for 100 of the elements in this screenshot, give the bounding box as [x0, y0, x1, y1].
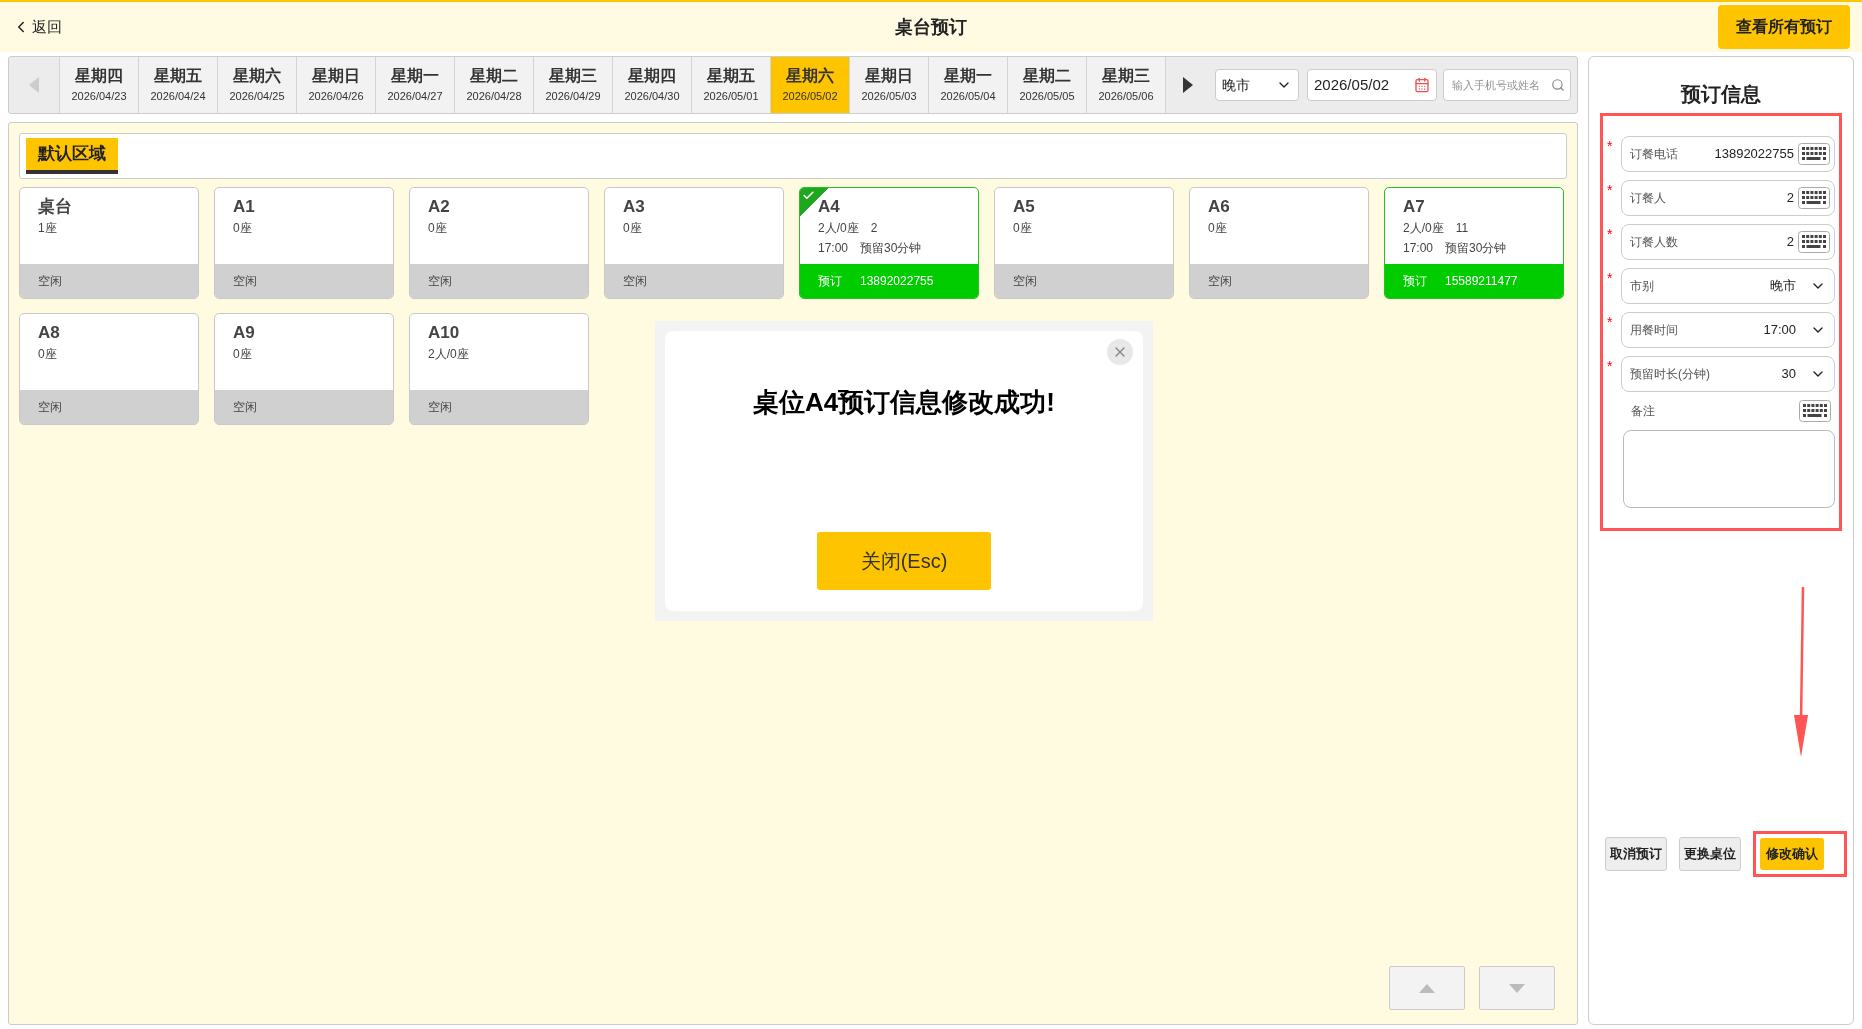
table-card[interactable]: A10 2人/0座 空闲	[409, 313, 589, 425]
table-card[interactable]: A7 2人/0座 11 17:00 预留30分钟 预订 15589211477	[1384, 187, 1564, 299]
table-name: A1	[233, 196, 256, 218]
panel-title: 预订信息	[1681, 82, 1761, 107]
keyboard-icon[interactable]	[1798, 231, 1830, 253]
status-text: 预订	[818, 273, 842, 290]
table-card[interactable]: A5 0座 空闲	[994, 187, 1174, 299]
select-field[interactable]: 用餐时间 17:00	[1621, 312, 1835, 348]
left-triangle-icon	[29, 77, 39, 93]
input-field[interactable]: 订餐电话 13892022755	[1621, 136, 1835, 172]
table-card[interactable]: A8 0座 空闲	[19, 313, 199, 425]
up-triangle-icon	[1419, 983, 1435, 993]
table-info: 0座	[1208, 220, 1228, 237]
area-tab[interactable]: 默认区域	[26, 138, 118, 174]
status-text: 预订	[1403, 273, 1427, 290]
date-tab[interactable]: 星期日 2026/04/26	[296, 57, 375, 113]
close-button[interactable]	[1107, 339, 1133, 365]
status-text: 空闲	[233, 273, 257, 290]
input-field[interactable]: 订餐人数 2	[1621, 224, 1835, 260]
table-card[interactable]: A4 2人/0座 2 17:00 预留30分钟 预订 13892022755	[799, 187, 979, 299]
status-text: 空闲	[1013, 273, 1037, 290]
date-tab[interactable]: 星期日 2026/05/03	[849, 57, 928, 113]
table-name: A10	[428, 322, 461, 344]
table-info: 0座	[1013, 220, 1033, 237]
table-card[interactable]: A9 0座 空闲	[214, 313, 394, 425]
date-tab[interactable]: 星期五 2026/04/24	[138, 57, 217, 113]
right-triangle-icon	[1182, 77, 1193, 93]
search-icon	[1551, 78, 1565, 92]
table-info: 2人/0座 11	[1403, 220, 1470, 237]
date-tab[interactable]: 星期二 2026/04/28	[454, 57, 533, 113]
table-info: 17:00 预留30分钟	[1403, 240, 1508, 257]
date-tab[interactable]: 星期一 2026/05/04	[928, 57, 1007, 113]
date-tab[interactable]: 星期四 2026/04/23	[59, 57, 138, 113]
date-tab[interactable]: 星期二 2026/05/05	[1007, 57, 1086, 113]
date-tab[interactable]: 星期六 2026/04/25	[217, 57, 296, 113]
required-mark: *	[1607, 137, 1614, 156]
date-tab[interactable]: 星期三 2026/05/06	[1086, 57, 1165, 113]
status-text: 13892022755	[860, 273, 934, 290]
date-tab[interactable]: 星期五 2026/05/01	[691, 57, 770, 113]
table-name: A6	[1208, 196, 1231, 218]
date-tab[interactable]: 星期三 2026/04/29	[533, 57, 612, 113]
keyboard-icon[interactable]	[1799, 400, 1831, 422]
table-name: 桌台	[38, 196, 73, 218]
date-tab[interactable]: 星期六 2026/05/02	[770, 57, 849, 113]
status-text: 15589211477	[1445, 273, 1518, 290]
select-field[interactable]: 市别 晚市	[1621, 268, 1835, 304]
table-info: 17:00 预留30分钟	[818, 240, 923, 257]
back-button[interactable]: 返回	[12, 15, 62, 39]
table-name: A7	[1403, 196, 1426, 218]
table-info: 0座	[233, 220, 253, 237]
required-mark: *	[1607, 181, 1614, 200]
table-card[interactable]: A3 0座 空闲	[604, 187, 784, 299]
table-info: 2人/0座	[428, 346, 470, 363]
panel-button[interactable]: 取消预订	[1605, 837, 1667, 871]
table-name: A2	[428, 196, 451, 218]
table-card[interactable]: A2 0座 空闲	[409, 187, 589, 299]
required-mark: *	[1607, 313, 1614, 332]
dialog-message: 桌位A4预订信息修改成功!	[753, 386, 1055, 419]
date-tab[interactable]: 星期一 2026/04/27	[375, 57, 454, 113]
table-card[interactable]: A1 0座 空闲	[214, 187, 394, 299]
keyboard-icon[interactable]	[1798, 143, 1830, 165]
panel-button[interactable]: 更换桌位	[1679, 837, 1741, 871]
calendar-icon	[1414, 77, 1430, 93]
required-mark: *	[1607, 357, 1614, 376]
status-text: 空闲	[233, 399, 257, 416]
status-text: 空闲	[428, 273, 452, 290]
note-field[interactable]	[1623, 430, 1835, 508]
table-name: A5	[1013, 196, 1036, 218]
select-field[interactable]: 预留时长(分钟) 30	[1621, 356, 1835, 392]
table-card[interactable]: A6 0座 空闲	[1189, 187, 1369, 299]
table-info: 0座	[233, 346, 253, 363]
table-info: 1座	[38, 220, 58, 237]
note-label: 备注	[1631, 403, 1655, 420]
dialog-close-button[interactable]: 关闭(Esc)	[817, 532, 991, 590]
required-mark: *	[1607, 225, 1614, 244]
status-text: 空闲	[38, 273, 62, 290]
status-text: 空闲	[428, 399, 452, 416]
status-text: 空闲	[1208, 273, 1232, 290]
date-tab[interactable]: 星期四 2026/04/30	[612, 57, 691, 113]
page-title: 桌台预订	[895, 15, 967, 39]
table-info: 0座	[623, 220, 643, 237]
down-triangle-icon	[1509, 983, 1525, 993]
all-bookings-button[interactable]: 查看所有预订	[1718, 5, 1850, 49]
table-info: 0座	[428, 220, 448, 237]
meal-period-select[interactable]: 晚市	[1215, 69, 1299, 101]
required-mark: *	[1607, 269, 1614, 288]
status-text: 空闲	[623, 273, 647, 290]
search-field[interactable]: 输入手机号或姓名	[1443, 69, 1571, 101]
table-name: A4	[818, 196, 841, 218]
table-name: A9	[233, 322, 256, 344]
keyboard-icon[interactable]	[1798, 187, 1830, 209]
input-field[interactable]: 订餐人 2	[1621, 180, 1835, 216]
date-field[interactable]: 2026/05/02	[1307, 69, 1437, 101]
confirm-button[interactable]: 修改确认	[1760, 838, 1824, 870]
table-name: A3	[623, 196, 646, 218]
table-info: 2人/0座 2	[818, 220, 879, 237]
table-info: 0座	[38, 346, 58, 363]
status-text: 空闲	[38, 399, 62, 416]
table-card[interactable]: 桌台 1座 空闲	[19, 187, 199, 299]
table-name: A8	[38, 322, 61, 344]
